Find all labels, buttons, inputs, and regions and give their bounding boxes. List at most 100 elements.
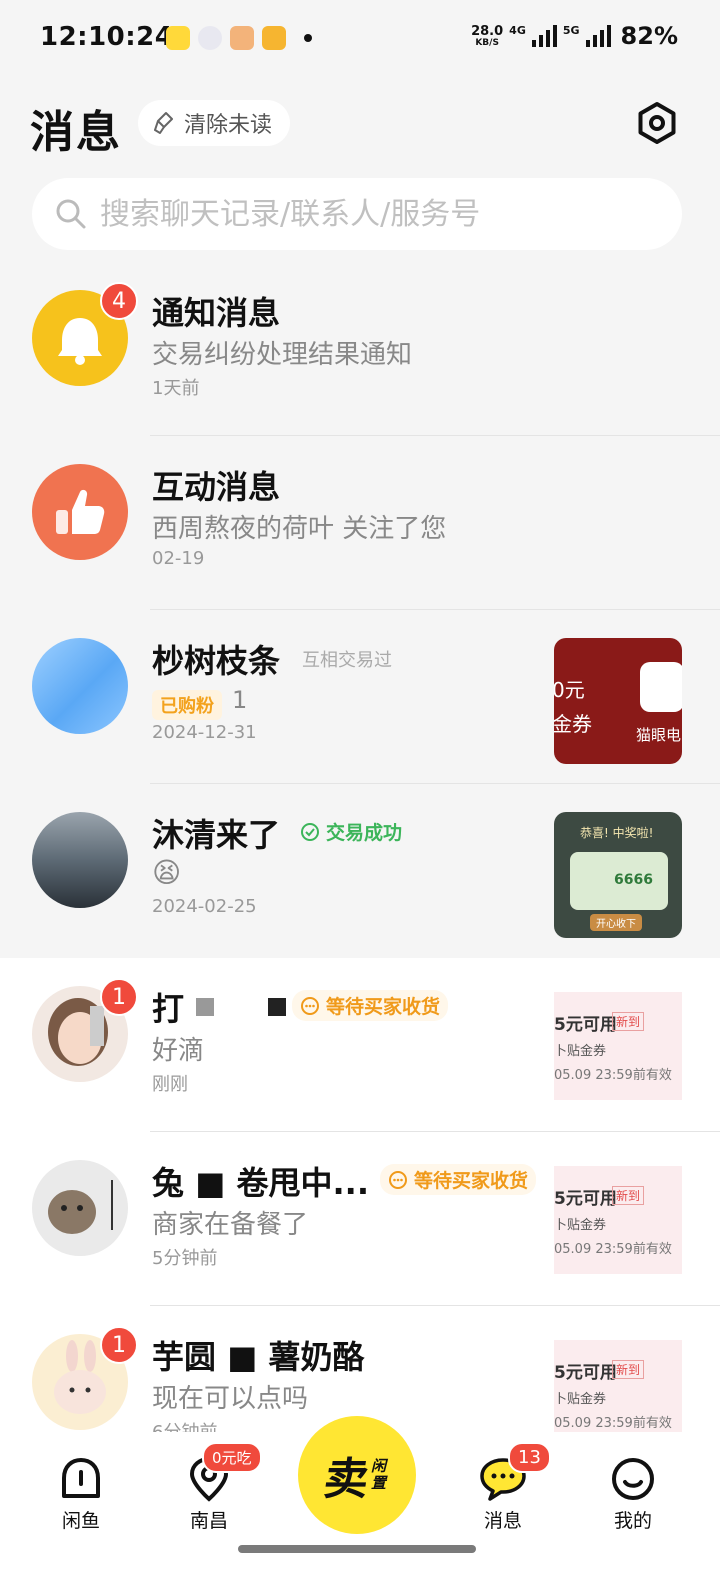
maoyan-logo-icon [640, 662, 682, 712]
thumbnail-text-1: 0元 [554, 678, 585, 702]
signal-type-2: 5G [562, 24, 580, 37]
fish-home-icon [62, 1458, 100, 1498]
smile-profile-icon [612, 1458, 654, 1500]
interaction-avatar [32, 464, 128, 560]
home-gesture-bar[interactable] [238, 1545, 476, 1553]
user-avatar [32, 812, 128, 908]
coupon-validity: 05.09 23:59前有效 [554, 1068, 672, 1083]
coupon-title: 5元可用 [554, 1189, 617, 1209]
conversation-preview: 😫 [152, 856, 182, 889]
status-time: 12:10:24 [40, 22, 174, 52]
nav-mine-label: 我的 [613, 1510, 652, 1532]
conversation-name: 打 [152, 990, 185, 1028]
status-bar: 12:10:24 28.0 KB/S 4G 5G 82% [0, 0, 720, 80]
sell-item-button[interactable]: 卖 闲置 [298, 1416, 416, 1534]
city-promo-badge: 0元吃 [202, 1442, 262, 1473]
status-indicators: 28.0 KB/S 4G 5G 82% [471, 22, 678, 50]
conversation-row-user-1[interactable]: 杪树枝条 互相交易过 已购粉 1 2024-12-31 0元 金券 猫眼电 [0, 610, 720, 784]
coupon-new-tag: 新到 [612, 1012, 645, 1031]
clear-unread-label: 清除未读 [184, 113, 273, 138]
unread-badge: 4 [100, 282, 138, 320]
thumbnail-text-2: 6666 [614, 872, 653, 888]
signal-bars-1-icon [531, 25, 557, 47]
conversation-time: 1天前 [152, 378, 200, 399]
conversation-name: 互动消息 [152, 468, 281, 506]
search-input[interactable] [100, 196, 660, 232]
nav-messages-label: 消息 [483, 1510, 522, 1532]
coupon-validity: 05.09 23:59前有效 [554, 1242, 672, 1257]
thumbs-up-icon [56, 489, 105, 534]
coupon-new-tag: 新到 [612, 1360, 645, 1379]
coupon-thumbnail: 5元可用 新到 卜贴金券 05.09 23:59前有效 [554, 1166, 682, 1274]
xianyu-app-icon [166, 26, 190, 50]
conversation-name: 沐清来了 [152, 816, 281, 854]
redaction-block [196, 998, 214, 1016]
messages-unread-badge: 13 [508, 1442, 551, 1473]
trade-success-tag: 交易成功 [300, 818, 402, 845]
ticket-graphic: 6666 [570, 852, 668, 910]
network-speed-unit: KB/S [475, 37, 499, 48]
nav-home-label: 闲鱼 [61, 1510, 100, 1532]
conversation-row-notifications[interactable]: 4 通知消息 交易纠纷处理结果通知 1天前 [0, 262, 720, 436]
battery-level: 82% [620, 22, 678, 50]
item-thumbnail: 恭喜! 中奖啦! 6666 开心收下 [554, 812, 682, 938]
conversation-name: 芋圆 ■ 薯奶酪 [152, 1338, 365, 1376]
conversation-preview: 交易纠纷处理结果通知 [152, 340, 413, 370]
item-thumbnail: 0元 金券 猫眼电 [554, 638, 682, 764]
coupon-title: 5元可用 [554, 1015, 617, 1035]
thumbnail-text-3: 开心收下 [590, 914, 642, 931]
conversation-preview: 1 [232, 686, 248, 714]
unread-badge: 1 [100, 1326, 138, 1364]
conversation-preview: 好滴 [152, 1036, 205, 1066]
coupon-new-tag: 新到 [612, 1186, 645, 1205]
conversation-time: 2024-12-31 [152, 722, 257, 743]
coupon-validity: 05.09 23:59前有效 [554, 1416, 672, 1431]
page-title: 消息 [30, 107, 122, 158]
cat-avatar-icon [48, 1180, 113, 1234]
purchased-fan-tag: 已购粉 [152, 690, 222, 720]
conversation-time: 02-19 [152, 548, 205, 569]
nav-home[interactable]: 闲鱼 [36, 1456, 126, 1533]
traded-before-tag: 互相交易过 [302, 650, 392, 671]
conversation-row-user-3[interactable]: 1 打 等待买家收货 好滴 刚刚 5元可用 新到 卜贴金券 05.09 23:5… [0, 958, 720, 1132]
signal-bars-2-icon [585, 25, 611, 47]
waiting-receipt-tag: 等待买家收货 [292, 990, 449, 1021]
conversation-row-user-2[interactable]: 沐清来了 交易成功 😫 2024-02-25 恭喜! 中奖啦! 6666 开心收… [0, 784, 720, 958]
thumbnail-text-3: 猫眼电 [636, 726, 682, 744]
waiting-receipt-label: 等待买家收货 [414, 1170, 529, 1192]
redaction-block [268, 998, 286, 1016]
clock-app-icon [198, 26, 222, 50]
search-bar[interactable] [32, 178, 682, 250]
conversation-preview: 现在可以点吗 [152, 1384, 309, 1414]
coupon-thumbnail: 5元可用 新到 卜贴金券 05.09 23:59前有效 [554, 992, 682, 1100]
settings-gear-icon[interactable] [634, 100, 680, 146]
clear-unread-button[interactable]: 清除未读 [138, 100, 291, 146]
network-speed: 28.0 KB/S [471, 25, 503, 48]
nav-mine[interactable]: 我的 [588, 1456, 678, 1533]
pending-dots-icon [301, 996, 319, 1015]
thumbnail-text-2: 金券 [554, 712, 592, 736]
conversation-preview: 商家在备餐了 [152, 1210, 309, 1240]
conversation-preview: 西周熬夜的荷叶 关注了您 [152, 514, 447, 544]
more-notifications-dot [304, 34, 312, 42]
dog-app-icon [230, 26, 254, 50]
search-icon [56, 199, 86, 229]
coupon-subtitle: 卜贴金券 [554, 1044, 607, 1059]
nav-city-label: 南昌 [189, 1510, 228, 1532]
conversation-name: 兔 ■ 卷甩中... [152, 1164, 369, 1202]
pending-dots-icon [389, 1170, 407, 1189]
sell-label: 卖 [320, 1454, 372, 1505]
unread-badge: 1 [100, 978, 138, 1016]
waiting-receipt-label: 等待买家收货 [326, 996, 441, 1018]
conversation-name: 通知消息 [152, 294, 281, 332]
conversation-row-user-4[interactable]: 兔 ■ 卷甩中... 等待买家收货 商家在备餐了 5分钟前 5元可用 新到 卜贴… [0, 1132, 720, 1306]
coupon-title: 5元可用 [554, 1363, 617, 1383]
thumbnail-text-1: 恭喜! 中奖啦! [580, 826, 654, 840]
conversation-row-interactions[interactable]: 互动消息 西周熬夜的荷叶 关注了您 02-19 [0, 436, 720, 610]
broom-icon [154, 112, 173, 134]
status-notification-icons [166, 26, 312, 50]
coupon-subtitle: 卜贴金券 [554, 1218, 607, 1233]
mail-app-icon [262, 26, 286, 50]
conversation-time: 2024-02-25 [152, 896, 257, 917]
network-speed-value: 28.0 [471, 23, 504, 39]
